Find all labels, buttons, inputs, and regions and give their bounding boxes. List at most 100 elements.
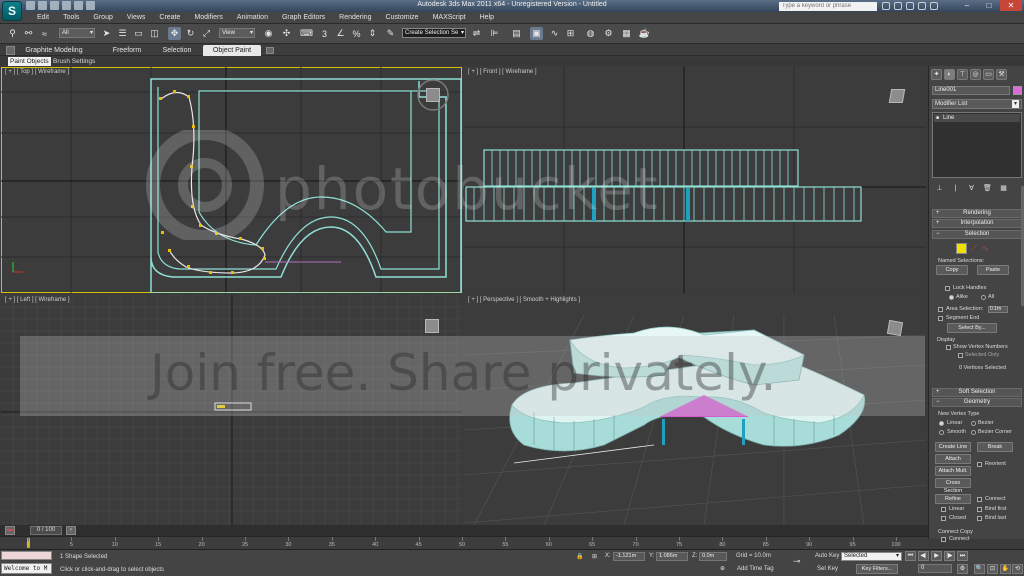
window-crossing-icon[interactable]: ◫: [148, 27, 161, 40]
motion-tab-icon[interactable]: ◎: [970, 69, 981, 80]
render-production-icon[interactable]: ☕: [638, 27, 651, 40]
set-key-button[interactable]: Set Key: [817, 566, 838, 572]
closed-checkbox[interactable]: [941, 516, 946, 521]
alike-radio[interactable]: [949, 295, 954, 300]
current-frame-field[interactable]: 0: [918, 564, 952, 573]
link-icon[interactable]: ⚲: [6, 27, 19, 40]
minimize-button[interactable]: –: [956, 0, 978, 11]
copy-button[interactable]: Copy: [936, 265, 968, 275]
set-key-icon[interactable]: ⊸: [793, 556, 801, 567]
stack-item-line[interactable]: Line: [934, 114, 1020, 122]
reference-coordinate-dropdown[interactable]: View: [219, 28, 255, 38]
display-tab-icon[interactable]: ▭: [983, 69, 994, 80]
menu-item-maxscript[interactable]: MAXScript: [426, 12, 473, 24]
connect-checkbox[interactable]: [977, 497, 982, 502]
edit-named-selection-icon[interactable]: ✎: [384, 27, 397, 40]
select-by-button[interactable]: Select By...: [947, 323, 997, 333]
tab-selection[interactable]: Selection: [160, 45, 194, 56]
viewcube-front[interactable]: [888, 89, 906, 103]
previous-frame-icon[interactable]: ◀|: [918, 551, 929, 561]
configure-sets-icon[interactable]: ▦: [999, 184, 1008, 193]
spinner-snap-icon[interactable]: ⇕: [366, 27, 379, 40]
smooth-radio[interactable]: [939, 430, 944, 435]
select-object-icon[interactable]: ➤: [100, 27, 113, 40]
menu-item-rendering[interactable]: Rendering: [332, 12, 378, 24]
rollout-rendering[interactable]: Rendering: [932, 209, 1022, 218]
bind-space-warp-icon[interactable]: ≈: [38, 27, 51, 40]
rendered-frame-window-icon[interactable]: ▦: [620, 27, 633, 40]
help-icon[interactable]: [930, 2, 938, 10]
next-frame-icon[interactable]: |▶: [944, 551, 955, 561]
maximize-button[interactable]: □: [978, 0, 1000, 11]
menu-item-animation[interactable]: Animation: [230, 12, 275, 24]
application-menu-button[interactable]: S: [2, 1, 22, 21]
object-color-swatch[interactable]: [1013, 86, 1022, 95]
rollout-selection[interactable]: Selection: [932, 230, 1022, 239]
panel-brush-settings[interactable]: Brush Settings: [51, 57, 97, 66]
modifier-list-dropdown[interactable]: Modifier List: [932, 99, 1022, 109]
zoom-icon[interactable]: 🔍: [974, 564, 985, 574]
tab-freeform[interactable]: Freeform: [112, 45, 142, 56]
graphite-toggle-icon[interactable]: ▣: [530, 27, 543, 40]
bezier-corner-radio[interactable]: [971, 430, 976, 435]
viewport-label-top[interactable]: [ + ] [ Top ] [ Wireframe ]: [5, 69, 69, 75]
spline-subobject-icon[interactable]: ∿: [982, 244, 989, 253]
selection-region-icon[interactable]: ▭: [132, 27, 145, 40]
ribbon-options-button[interactable]: [266, 47, 274, 54]
segment-subobject-icon[interactable]: ⟋: [971, 244, 977, 254]
viewport-label-perspective[interactable]: [ + ] [ Perspective ] [ Smooth + Highlig…: [468, 297, 580, 303]
subscription-icon[interactable]: [894, 2, 902, 10]
select-by-name-icon[interactable]: ☰: [116, 27, 129, 40]
key-mode-dropdown[interactable]: Selected: [841, 552, 902, 561]
menu-item-create[interactable]: Create: [152, 12, 187, 24]
utilities-tab-icon[interactable]: ⚒: [996, 69, 1007, 80]
ribbon-minimize-button[interactable]: [6, 46, 15, 55]
absolute-mode-icon[interactable]: ⊞: [592, 553, 597, 560]
segment-end-checkbox[interactable]: [938, 316, 943, 321]
top-viewport-canvas[interactable]: [1, 67, 462, 293]
manipulate-icon[interactable]: ✣: [280, 27, 293, 40]
schematic-view-icon[interactable]: ⊞: [564, 27, 577, 40]
percent-snap-icon[interactable]: %: [350, 27, 363, 40]
rollout-geometry[interactable]: Geometry: [932, 398, 1022, 407]
keyboard-shortcut-icon[interactable]: ⌨: [300, 27, 313, 40]
all-radio[interactable]: [981, 295, 986, 300]
menu-item-graph-editors[interactable]: Graph Editors: [275, 12, 332, 24]
panel-paint-objects[interactable]: Paint Objects: [8, 57, 51, 66]
material-editor-icon[interactable]: ◍: [584, 27, 597, 40]
pan-icon[interactable]: ✋: [1000, 564, 1011, 574]
viewport-label-front[interactable]: [ + ] [ Front ] [ Wireframe ]: [468, 69, 537, 75]
play-icon[interactable]: ▶: [931, 551, 942, 561]
scale-icon[interactable]: ⤢: [200, 27, 213, 40]
top-viewport[interactable]: [ + ] [ Top ] [ Wireframe ]: [1, 67, 462, 293]
time-tag-icon[interactable]: ⊕: [720, 565, 725, 572]
attach-button[interactable]: Attach: [935, 454, 971, 464]
rollout-interpolation[interactable]: Interpolation: [932, 219, 1022, 228]
menu-item-edit[interactable]: Edit: [30, 12, 56, 24]
break-button[interactable]: Break: [977, 442, 1013, 452]
go-to-end-icon[interactable]: ⏭: [957, 551, 968, 561]
time-slider-thumb[interactable]: 0 / 100: [30, 526, 62, 535]
help-search-input[interactable]: [779, 2, 877, 11]
mirror-icon[interactable]: ⇌: [470, 27, 483, 40]
perspective-viewport[interactable]: [ + ] [ Perspective ] [ Smooth + Highlig…: [464, 295, 926, 525]
unlink-icon[interactable]: ⚯: [22, 27, 35, 40]
connect-copy-checkbox[interactable]: [941, 537, 946, 542]
communication-center-icon[interactable]: [906, 2, 914, 10]
viewcube-top[interactable]: [426, 88, 440, 102]
refine-button[interactable]: Refine: [935, 494, 971, 504]
area-selection-checkbox[interactable]: [938, 307, 943, 312]
time-slider[interactable]: ▬ 0 / 100 ›: [0, 525, 928, 536]
left-viewport-canvas[interactable]: [1, 295, 462, 525]
viewport-label-left[interactable]: [ + ] [ Left ] [ Wireframe ]: [5, 297, 70, 303]
linear-checkbox[interactable]: [941, 507, 946, 512]
pivot-center-icon[interactable]: ◉: [262, 27, 275, 40]
lock-handles-checkbox[interactable]: [945, 286, 950, 291]
align-icon[interactable]: ⊫: [488, 27, 501, 40]
viewcube-left[interactable]: [425, 319, 439, 333]
make-unique-icon[interactable]: ∀: [967, 184, 976, 193]
area-selection-spinner[interactable]: 0.1m: [988, 306, 1008, 313]
perspective-viewport-canvas[interactable]: [464, 295, 926, 525]
maxscript-listener-input[interactable]: Welcome to M: [1, 563, 52, 574]
search-icon[interactable]: [882, 2, 890, 10]
